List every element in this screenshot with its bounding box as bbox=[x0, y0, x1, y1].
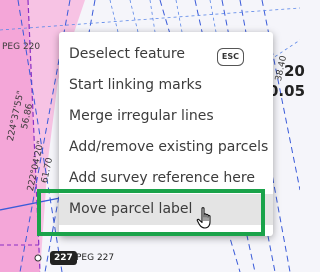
menu-item-add-remove-existing-parcels[interactable]: Add/remove existing parcels bbox=[59, 132, 273, 163]
parcel-number-badge[interactable]: 227 bbox=[50, 251, 77, 265]
parcel-label-peg-220: PEG 220 bbox=[2, 42, 41, 52]
menu-item-start-linking-marks[interactable]: Start linking marks bbox=[59, 70, 273, 101]
menu-item-label: Start linking marks bbox=[69, 77, 202, 93]
parcel-label-peg-227[interactable]: PEG 227 bbox=[76, 251, 114, 265]
menu-item-merge-irregular-lines[interactable]: Merge irregular lines bbox=[59, 101, 273, 132]
menu-item-label: Add survey reference here bbox=[69, 170, 255, 186]
menu-item-label: Deselect feature bbox=[69, 46, 185, 62]
highlight-frame bbox=[37, 189, 265, 236]
esc-shortcut-badge: ESC bbox=[216, 48, 244, 66]
menu-item-deselect-feature[interactable]: Deselect feature ESC bbox=[59, 39, 273, 70]
map-value-1: 20 bbox=[284, 62, 305, 80]
survey-mark bbox=[34, 254, 42, 262]
menu-item-label: Add/remove existing parcels bbox=[69, 139, 269, 155]
hand-pointer-icon bbox=[196, 207, 211, 229]
map-value-2: 0.05 bbox=[268, 82, 306, 100]
menu-item-label: Merge irregular lines bbox=[69, 108, 214, 124]
